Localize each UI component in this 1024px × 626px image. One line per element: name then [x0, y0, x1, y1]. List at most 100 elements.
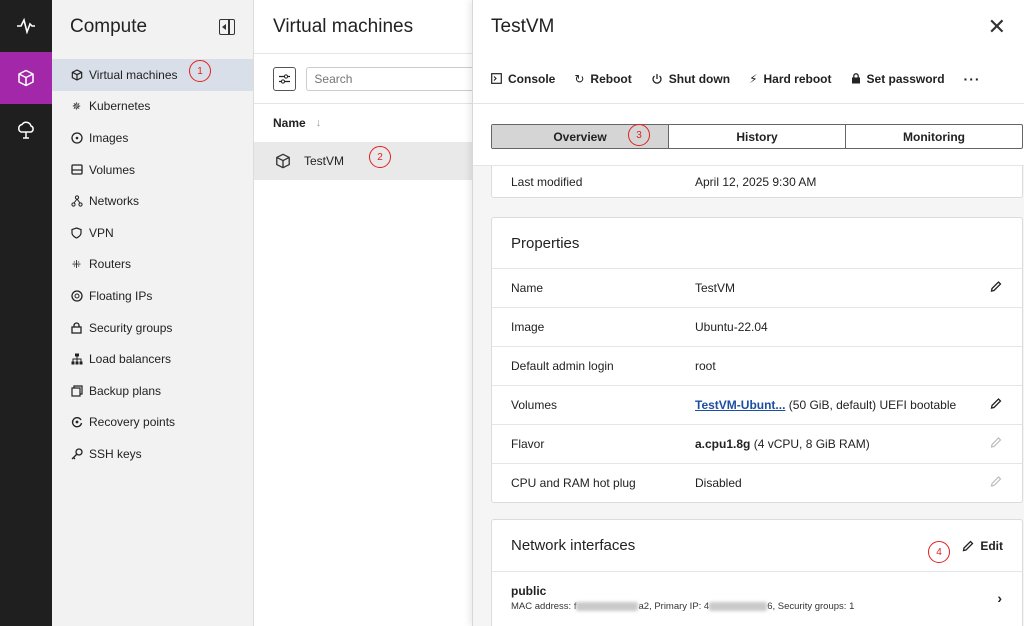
- sidebar-item-virtual-machines[interactable]: Virtual machines: [52, 59, 253, 91]
- router-icon: ⁜: [71, 258, 82, 271]
- sidebar-item-recovery-points[interactable]: Recovery points: [52, 407, 253, 439]
- row-value: root: [695, 359, 716, 373]
- tab-bar: Overview History Monitoring: [491, 124, 1023, 149]
- cube-icon: [70, 68, 83, 81]
- redacted-mac: [576, 601, 639, 611]
- edit-volumes-pencil-icon[interactable]: [990, 398, 1002, 413]
- property-row-admin-login: Default admin login root: [492, 346, 1022, 385]
- action-label: Shut down: [668, 71, 731, 86]
- cloud-icon: [18, 121, 34, 139]
- sidebar-item-routers[interactable]: ⁜ Routers: [52, 249, 253, 281]
- network-interface-row[interactable]: public MAC address: f a2, Primary IP: 4 6,…: [492, 572, 1022, 624]
- properties-card: Properties Name TestVM Image Ubuntu-22.0…: [491, 217, 1023, 503]
- edit-network-button[interactable]: Edit: [962, 539, 1003, 553]
- redacted-ip: [709, 601, 768, 611]
- hard-reboot-button[interactable]: ⚡︎ Hard reboot: [749, 72, 831, 86]
- mac-label: MAC address: f: [511, 601, 577, 612]
- sidebar-item-vpn[interactable]: VPN: [52, 217, 253, 249]
- close-icon[interactable]: ✕: [988, 16, 1006, 38]
- sidebar-item-backup-plans[interactable]: Backup plans: [52, 375, 253, 407]
- row-value: Disabled: [695, 476, 742, 490]
- volume-link[interactable]: TestVM-Ubunt...: [695, 398, 785, 412]
- flavor-name: a.cpu1.8g: [695, 437, 751, 451]
- more-actions-button[interactable]: ···: [964, 71, 981, 87]
- sidebar-item-security-groups[interactable]: Security groups: [52, 312, 253, 344]
- sidebar-item-label: Floating IPs: [89, 288, 153, 303]
- sliders-icon: [279, 73, 291, 84]
- tab-history[interactable]: History: [669, 125, 846, 148]
- name-column-header[interactable]: Name ↓: [254, 104, 472, 142]
- sidebar-item-label: Networks: [89, 194, 140, 209]
- volume-details: (50 GiB, default) UEFI bootable: [785, 398, 957, 412]
- action-label: Set password: [866, 71, 945, 86]
- action-bar: Console ↻ Reboot Shut down ⚡︎ Hard reboo…: [473, 54, 1024, 104]
- row-label: CPU and RAM hot plug: [511, 476, 636, 490]
- sidebar-item-label: VPN: [89, 225, 114, 240]
- property-row-name: Name TestVM: [492, 268, 1022, 307]
- shield-icon: [70, 226, 83, 239]
- network-icon: [70, 195, 83, 208]
- property-row-hot-plug: CPU and RAM hot plug Disabled: [492, 463, 1022, 502]
- sidebar-item-networks[interactable]: Networks: [52, 185, 253, 217]
- table-row[interactable]: TestVM: [254, 142, 472, 180]
- filter-button[interactable]: [273, 66, 297, 91]
- rail-item-compute[interactable]: [0, 52, 52, 104]
- app-rail: [0, 0, 52, 626]
- vm-list-panel: Virtual machines Name ↓ TestVM: [254, 0, 472, 626]
- tab-monitoring[interactable]: Monitoring: [846, 125, 1022, 148]
- search-input[interactable]: [306, 66, 472, 91]
- lock-icon: [70, 321, 83, 334]
- backup-icon: [70, 384, 83, 397]
- rail-item-cloud[interactable]: [0, 104, 52, 156]
- row-value: Ubuntu-22.04: [695, 320, 768, 334]
- sidebar-title: Compute: [70, 16, 148, 37]
- sidebar-item-kubernetes[interactable]: ✵ Kubernetes: [52, 91, 253, 123]
- column-label: Name: [273, 116, 306, 130]
- network-title: Network interfaces: [511, 537, 636, 554]
- property-row-volumes: Volumes TestVM-Ubunt... (50 GiB, default…: [492, 385, 1022, 424]
- action-label: Reboot: [590, 71, 632, 86]
- sidebar-item-floating-ips[interactable]: Floating IPs: [52, 280, 253, 312]
- sidebar-item-load-balancers[interactable]: Load balancers: [52, 343, 253, 375]
- rail-item-monitoring[interactable]: [0, 0, 52, 52]
- row-value: TestVM: [695, 281, 736, 295]
- interface-details: MAC address: f a2, Primary IP: 4 6, Securi…: [511, 601, 1003, 612]
- chevron-right-icon[interactable]: ›: [997, 590, 1002, 606]
- security-groups-label: 6, Security groups: 1: [767, 601, 855, 612]
- compute-sidebar: Compute Virtual machines ✵ Kubernetes Im…: [52, 0, 254, 626]
- network-interfaces-card: Network interfaces Edit public MAC addre…: [491, 519, 1023, 626]
- vm-name: TestVM: [304, 154, 345, 168]
- floating-ip-icon: [70, 289, 83, 302]
- action-label: Hard reboot: [763, 71, 832, 86]
- annotation-marker-2: 2: [369, 146, 391, 168]
- ip-label: a2, Primary IP: 4: [638, 601, 710, 612]
- row-label: Image: [511, 320, 545, 334]
- cube-icon: [18, 69, 34, 87]
- load-balancer-icon: [70, 353, 83, 366]
- edit-name-pencil-icon[interactable]: [990, 281, 1002, 296]
- sidebar-item-label: Kubernetes: [89, 99, 151, 114]
- sort-arrow-icon[interactable]: ↓: [316, 117, 322, 129]
- property-row-image: Image Ubuntu-22.04: [492, 307, 1022, 346]
- property-row-flavor: Flavor a.cpu1.8g (4 vCPU, 8 GiB RAM): [492, 424, 1022, 463]
- collapse-sidebar-icon[interactable]: [219, 19, 235, 35]
- sidebar-item-volumes[interactable]: Volumes: [52, 154, 253, 186]
- reboot-button[interactable]: ↻ Reboot: [574, 72, 631, 86]
- console-button[interactable]: Console: [491, 72, 555, 86]
- sidebar-item-label: Images: [89, 130, 129, 145]
- list-toolbar: [254, 54, 472, 104]
- annotation-marker-3: 3: [628, 124, 650, 146]
- row-label: Default admin login: [511, 359, 614, 373]
- tabs-container: Overview History Monitoring: [473, 104, 1024, 166]
- disc-icon: [70, 131, 83, 144]
- console-icon: [491, 73, 502, 84]
- row-label: Last modified: [511, 174, 583, 189]
- pencil-icon: [962, 540, 974, 551]
- shut-down-button[interactable]: Shut down: [651, 72, 730, 86]
- set-password-button[interactable]: Set password: [851, 72, 945, 86]
- action-label: Console: [508, 71, 556, 86]
- row-label: Volumes: [511, 398, 558, 412]
- sidebar-item-ssh-keys[interactable]: SSH keys: [52, 438, 253, 470]
- sidebar-item-images[interactable]: Images: [52, 122, 253, 154]
- row-label: Flavor: [511, 437, 545, 451]
